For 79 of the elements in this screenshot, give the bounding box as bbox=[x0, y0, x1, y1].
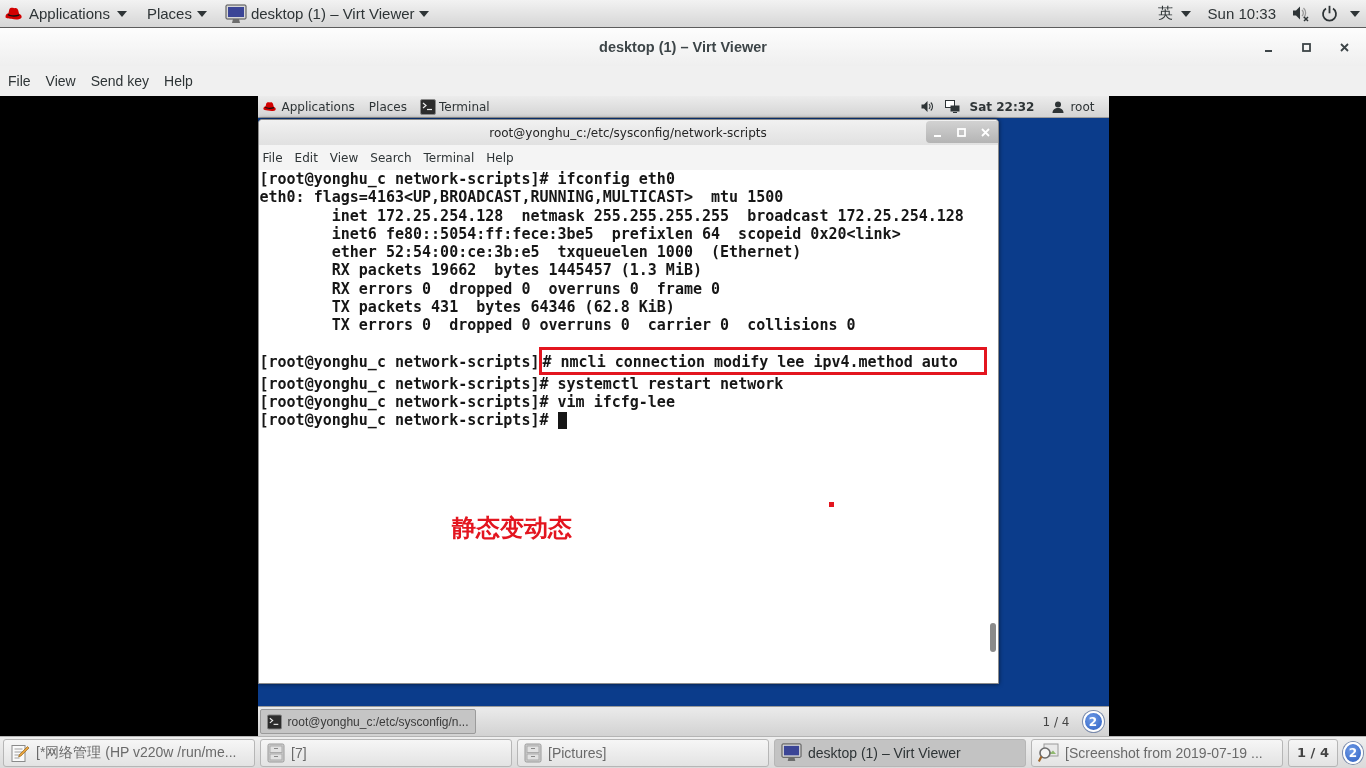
window-title: desktop (1) – Virt Viewer bbox=[599, 39, 767, 55]
workspace-indicator[interactable]: 1 / 4 bbox=[1038, 714, 1074, 729]
menu-item[interactable]: View bbox=[45, 73, 76, 89]
minimize-icon bbox=[934, 134, 941, 137]
maximize-icon bbox=[957, 127, 966, 137]
taskbar-item[interactable]: desktop (1) – Virt Viewer bbox=[774, 738, 1026, 767]
output-line: RX packets 19662 bytes 1445457 (1.3 MiB) bbox=[331, 261, 702, 280]
command-text: # ifconfig eth0 bbox=[539, 170, 675, 188]
output-line: inet 172.25.254.128 netmask 255.255.255.255 broadcast 172.25.254.128 bbox=[331, 206, 964, 225]
caret-icon bbox=[196, 10, 207, 17]
monitor-icon bbox=[781, 743, 802, 762]
workspace-indicator[interactable]: 1 / 4 bbox=[1288, 738, 1338, 767]
minimize-button[interactable] bbox=[925, 121, 950, 143]
clock[interactable]: Sat 22:32 bbox=[969, 99, 1035, 114]
clock[interactable]: Sun 10:33 bbox=[1207, 5, 1276, 22]
panel-menu[interactable]: desktop (1) – Virt Viewer bbox=[224, 3, 429, 24]
menu-item[interactable]: Edit bbox=[294, 150, 318, 165]
shell-prompt: [root@yonghu_c network-scripts] bbox=[259, 352, 540, 371]
hat-logo-icon bbox=[5, 5, 22, 22]
close-icon bbox=[981, 127, 990, 137]
shell-prompt: [root@yonghu_c network-scripts] bbox=[259, 374, 540, 393]
panel-menu[interactable]: Places bbox=[146, 5, 207, 22]
taskbar-item[interactable]: [Pictures] bbox=[517, 738, 769, 767]
maximize-icon bbox=[1301, 42, 1311, 52]
minimize-icon bbox=[1264, 49, 1272, 52]
panel-menu[interactable]: Terminal bbox=[419, 98, 490, 115]
taskbar-item[interactable]: [Screenshot from 2019-07-19 ... bbox=[1031, 738, 1283, 767]
panel-menu[interactable]: Applications bbox=[5, 5, 127, 22]
output-line: inet6 fe80::5054:ff:fece:3be5 prefixlen 64 scopeid 0x20<link> bbox=[331, 224, 901, 243]
menu-item[interactable]: Search bbox=[370, 150, 412, 165]
monitor-icon bbox=[224, 3, 247, 24]
output-line: RX errors 0 dropped 0 overruns 0 frame 0 bbox=[331, 279, 721, 298]
taskbar-item[interactable]: [*网络管理 (HP v220w /run/me... bbox=[3, 738, 255, 767]
panel-menu[interactable]: Applications bbox=[262, 99, 355, 114]
caret-icon bbox=[418, 10, 429, 17]
caret-icon bbox=[1350, 10, 1360, 17]
shell-prompt: [root@yonghu_c network-scripts] bbox=[259, 393, 540, 411]
close-icon bbox=[1339, 42, 1349, 52]
taskbar-item[interactable]: [7] bbox=[260, 738, 512, 767]
notepad-icon bbox=[10, 742, 30, 763]
power-icon bbox=[1321, 5, 1338, 22]
taskbar-item[interactable]: root@yonghu_c:/etc/sysconfig/n... bbox=[259, 709, 476, 734]
output-line: TX errors 0 dropped 0 overruns 0 carrier 0 collisions 0 bbox=[331, 316, 856, 334]
panel-menu[interactable]: Places bbox=[368, 99, 407, 114]
output-line: TX packets 431 bytes 64346 (62.8 KiB) bbox=[331, 297, 675, 316]
caret-icon bbox=[116, 10, 127, 17]
user-menu[interactable]: root bbox=[1052, 99, 1095, 114]
scrollbar-thumb[interactable] bbox=[989, 623, 996, 652]
output-line: ether 52:54:00:ce:3b:e5 txqueuelen 1000 (Ethernet) bbox=[331, 243, 802, 261]
menu-item[interactable]: File bbox=[262, 150, 283, 165]
output-line: eth0: flags=4163<UP,BROADCAST,RUNNING,MULTICAST> mtu 1500 bbox=[259, 188, 784, 207]
status-menu-button[interactable] bbox=[920, 99, 960, 114]
network-icon bbox=[944, 99, 960, 114]
annotation-note: 静态变动态 bbox=[451, 513, 572, 544]
menu-item[interactable]: Help bbox=[486, 150, 514, 165]
menu-item[interactable]: Send key bbox=[90, 73, 150, 89]
terminal-icon bbox=[266, 712, 282, 731]
terminal-icon bbox=[419, 98, 436, 115]
magnifier-icon bbox=[1038, 742, 1059, 763]
cabinet-icon bbox=[267, 742, 285, 763]
user-icon bbox=[1052, 100, 1065, 113]
shell-prompt: [root@yonghu_c network-scripts] bbox=[259, 170, 540, 188]
command-text: # bbox=[539, 411, 549, 430]
menu-item[interactable]: File bbox=[8, 73, 31, 89]
speaker-muted-icon bbox=[1292, 5, 1309, 22]
command-text: # systemctl restart network bbox=[539, 374, 784, 393]
command-text: # vim ifcfg-lee bbox=[539, 393, 675, 411]
menu-item[interactable]: Terminal bbox=[423, 150, 475, 165]
input-method-menu[interactable]: 英 bbox=[1157, 4, 1191, 23]
speaker-icon bbox=[920, 100, 934, 113]
caret-icon bbox=[1180, 10, 1191, 17]
hat-logo-icon bbox=[262, 100, 276, 113]
terminal-title: root@yonghu_c:/etc/sysconfig/network-scripts bbox=[489, 125, 767, 140]
system-menu-button[interactable] bbox=[1292, 5, 1360, 22]
menu-item[interactable]: View bbox=[329, 150, 359, 165]
menu-item[interactable]: Help bbox=[164, 73, 193, 89]
highlighted-command: # nmcli connection modify lee ipv4.method auto bbox=[539, 346, 987, 375]
cabinet-icon bbox=[524, 742, 542, 763]
shell-prompt: [root@yonghu_c network-scripts] bbox=[259, 411, 540, 430]
